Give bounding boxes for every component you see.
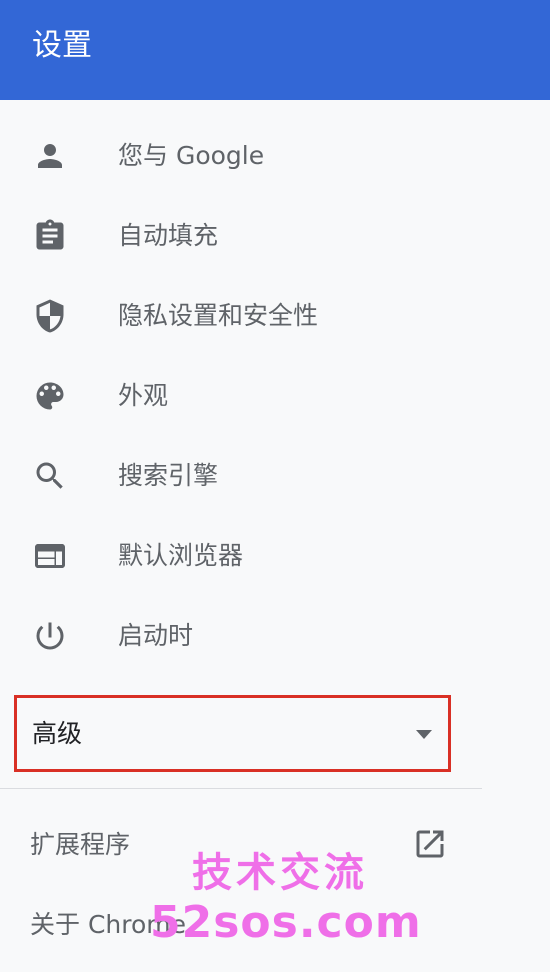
nav-item-default-browser[interactable]: 默认浏览器 <box>0 516 550 596</box>
settings-header: 设置 <box>0 0 550 100</box>
page-title: 设置 <box>32 28 92 63</box>
power-icon <box>32 618 68 654</box>
extensions-label: 扩展程序 <box>30 830 131 859</box>
nav-item-autofill[interactable]: 自动填充 <box>0 196 550 276</box>
advanced-label: 高级 <box>32 719 83 748</box>
nav-item-label: 隐私设置和安全性 <box>118 301 319 330</box>
nav-item-label: 默认浏览器 <box>118 541 244 570</box>
caret-down-icon <box>414 726 434 742</box>
search-icon <box>32 458 68 494</box>
browser-window-icon <box>32 538 68 574</box>
open-in-new-icon <box>412 826 448 862</box>
nav-item-label: 自动填充 <box>118 221 219 250</box>
person-icon <box>32 138 68 174</box>
nav-item-you-and-google[interactable]: 您与 Google <box>0 116 550 196</box>
shield-icon <box>32 298 68 334</box>
nav-item-about-chrome[interactable]: 关于 Chrome <box>0 890 550 960</box>
nav-item-appearance[interactable]: 外观 <box>0 356 550 436</box>
about-chrome-label: 关于 Chrome <box>30 910 187 939</box>
palette-icon <box>32 378 68 414</box>
advanced-section-toggle[interactable]: 高级 <box>14 695 451 772</box>
nav-item-label: 您与 Google <box>118 141 265 170</box>
clipboard-icon <box>32 218 68 254</box>
nav-item-label: 外观 <box>118 381 169 410</box>
nav-item-label: 搜索引擎 <box>118 461 219 490</box>
settings-nav: 您与 Google 自动填充 隐私设置和安全性 外观 搜索引擎 默认浏览器 启动… <box>0 116 550 676</box>
settings-page: 设置 您与 Google 自动填充 隐私设置和安全性 外观 搜索引擎 默认浏览器… <box>0 0 550 972</box>
nav-item-privacy-security[interactable]: 隐私设置和安全性 <box>0 276 550 356</box>
nav-item-search-engine[interactable]: 搜索引擎 <box>0 436 550 516</box>
nav-item-on-startup[interactable]: 启动时 <box>0 596 550 676</box>
nav-item-extensions[interactable]: 扩展程序 <box>0 810 550 880</box>
section-divider <box>0 788 482 789</box>
nav-item-label: 启动时 <box>118 621 194 650</box>
